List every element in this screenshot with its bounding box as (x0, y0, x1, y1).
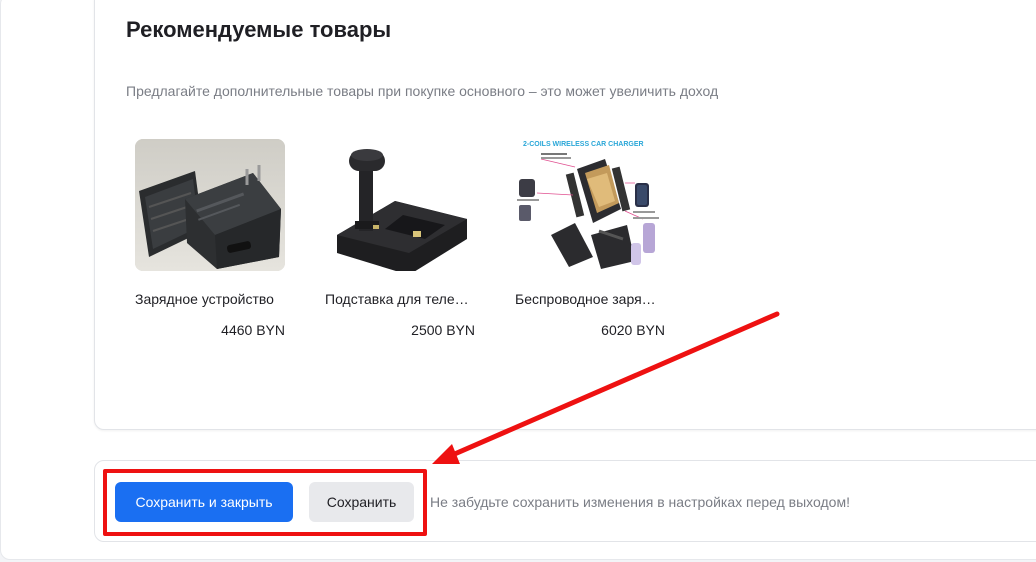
section-title: Рекомендуемые товары (126, 17, 392, 42)
save-reminder-note: Не забудьте сохранить изменения в настро… (430, 494, 850, 510)
image-caption: 2-COILS WIRELESS CAR CHARGER (523, 141, 644, 148)
save-button[interactable]: Сохранить (309, 482, 414, 522)
product-card-phone-stand[interactable]: Подставка для теле… 2500 BYN (325, 139, 477, 338)
save-and-close-button[interactable]: Сохранить и закрыть (115, 482, 293, 522)
product-name[interactable]: Беспроводное заря… (515, 291, 667, 307)
page: Рекомендуемые товары Предлагайте дополни… (0, 0, 1036, 562)
car-charger-image[interactable]: 2-COILS WIRELESS CAR CHARGER (515, 139, 665, 271)
phone-stand-image[interactable] (325, 139, 475, 271)
product-card-charger[interactable]: Зарядное устройство 4460 BYN (135, 139, 287, 338)
product-card-car-charger[interactable]: 2-COILS WIRELESS CAR CHARGER Беспроводно… (515, 139, 667, 338)
charger-image[interactable] (135, 139, 285, 271)
product-price: 4460 BYN (221, 322, 285, 338)
product-price: 2500 BYN (411, 322, 475, 338)
product-price: 6020 BYN (601, 322, 665, 338)
product-name[interactable]: Подставка для теле… (325, 291, 477, 307)
product-name[interactable]: Зарядное устройство (135, 291, 287, 307)
section-subtitle: Предлагайте дополнительные товары при по… (126, 83, 719, 99)
